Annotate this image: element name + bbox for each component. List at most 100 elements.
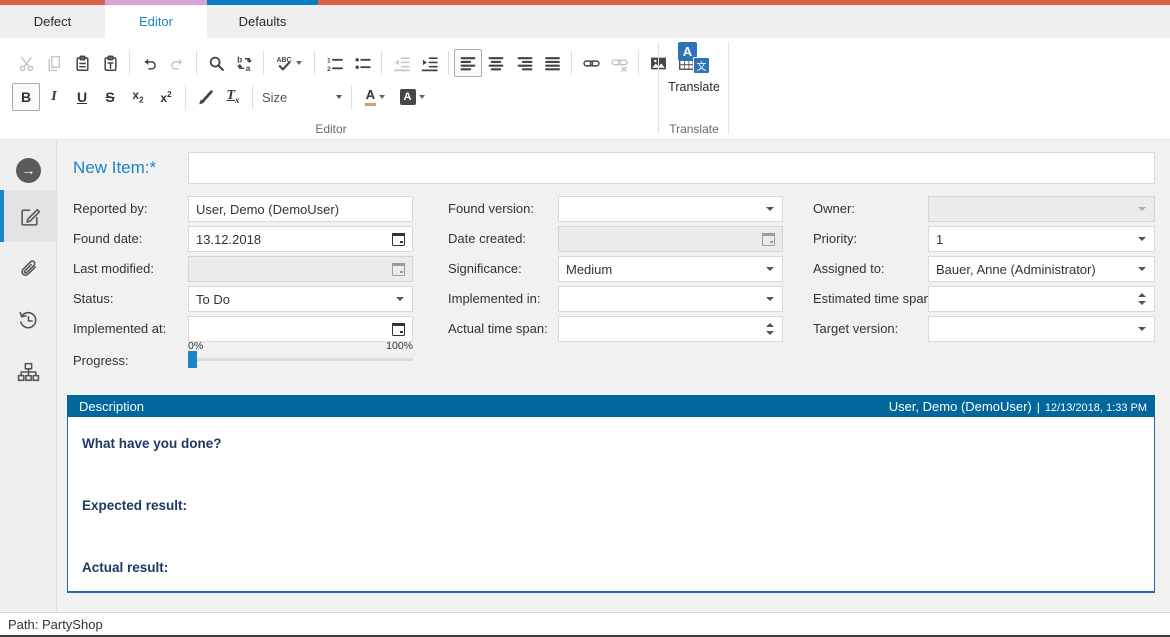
description-section: Description User, Demo (DemoUser) | 12/1…: [67, 395, 1155, 593]
redo-icon: [169, 55, 186, 72]
chevron-down-icon[interactable]: [1138, 237, 1146, 241]
new-item-input[interactable]: [188, 152, 1155, 184]
subscript-icon: x2: [132, 89, 143, 104]
tab-defaults[interactable]: Defaults: [207, 5, 318, 38]
remove-format-icon: Tx: [226, 89, 239, 105]
status-dropdown[interactable]: To Do: [188, 286, 413, 312]
arrow-right-circle-icon: →: [16, 158, 41, 183]
reported-by-input[interactable]: [189, 202, 412, 217]
spinner-arrows-icon[interactable]: [766, 323, 774, 335]
bulleted-list-button[interactable]: [348, 49, 376, 77]
description-editor-body[interactable]: What have you done? Expected result: Act…: [67, 417, 1155, 593]
strikethrough-button[interactable]: S: [96, 83, 124, 111]
status-value: To Do: [189, 292, 396, 307]
format-painter-icon: [197, 89, 214, 106]
cut-button[interactable]: [12, 49, 40, 77]
remove-link-button[interactable]: [605, 49, 633, 77]
italic-icon: I: [51, 90, 56, 104]
decrease-indent-button[interactable]: [387, 49, 415, 77]
italic-button[interactable]: I: [40, 83, 68, 111]
calendar-icon[interactable]: [392, 233, 405, 246]
estimated-time-span-spinner[interactable]: [928, 286, 1155, 312]
sidebar-item-history[interactable]: [0, 294, 57, 346]
ribbon-group-editor: ba ABC 12: [6, 38, 656, 139]
progress-label: Progress:: [73, 353, 129, 368]
spell-check-icon: ABC: [276, 55, 293, 72]
chevron-down-icon[interactable]: [396, 297, 404, 301]
paste-as-text-button[interactable]: [96, 49, 124, 77]
redo-button[interactable]: [163, 49, 191, 77]
font-size-dropdown[interactable]: Size: [258, 85, 346, 109]
superscript-button[interactable]: x2: [152, 83, 180, 111]
sidebar-item-attachments[interactable]: [0, 242, 57, 294]
remove-format-button[interactable]: Tx: [219, 83, 247, 111]
align-left-button[interactable]: [454, 49, 482, 77]
chevron-down-icon[interactable]: [766, 207, 774, 211]
found-version-dropdown[interactable]: [558, 196, 783, 222]
spinner-arrows-icon[interactable]: [1138, 293, 1146, 305]
sidebar: →: [0, 140, 57, 612]
find-button[interactable]: [202, 49, 230, 77]
chevron-down-icon[interactable]: [1138, 267, 1146, 271]
assigned-to-label: Assigned to:: [813, 261, 885, 276]
ribbon: ba ABC 12: [0, 38, 1170, 140]
insert-link-button[interactable]: [577, 49, 605, 77]
found-date-input[interactable]: [189, 232, 392, 247]
implemented-at-field[interactable]: [188, 316, 413, 342]
translate-button[interactable]: A 文 Translate: [664, 42, 724, 100]
align-right-button[interactable]: [510, 49, 538, 77]
align-center-button[interactable]: [482, 49, 510, 77]
sidebar-item-edit[interactable]: [0, 190, 57, 242]
found-date-field[interactable]: [188, 226, 413, 252]
calendar-icon[interactable]: [392, 323, 405, 336]
target-version-dropdown[interactable]: [928, 316, 1155, 342]
owner-label: Owner:: [813, 201, 855, 216]
sidebar-item-hierarchy[interactable]: [0, 346, 57, 398]
progress-slider[interactable]: [188, 358, 413, 361]
significance-label: Significance:: [448, 261, 522, 276]
significance-dropdown[interactable]: Medium: [558, 256, 783, 282]
tab-defect[interactable]: Defect: [0, 5, 105, 38]
bold-button[interactable]: B: [12, 83, 40, 111]
editor-group-label: Editor: [6, 122, 656, 136]
spell-check-button[interactable]: ABC: [269, 49, 309, 77]
priority-value: 1: [929, 232, 1138, 247]
justify-icon: [544, 55, 561, 72]
progress-slider-thumb[interactable]: [188, 351, 197, 368]
copy-formatting-button[interactable]: [191, 83, 219, 111]
translate-button-label: Translate: [668, 80, 720, 94]
background-color-button[interactable]: A: [393, 83, 431, 111]
implemented-at-input[interactable]: [189, 322, 392, 337]
reported-by-field[interactable]: [188, 196, 413, 222]
chevron-down-icon[interactable]: [1138, 327, 1146, 331]
undo-icon: [141, 55, 158, 72]
priority-dropdown[interactable]: 1: [928, 226, 1155, 252]
strikethrough-icon: S: [105, 90, 114, 104]
chevron-down-icon[interactable]: [766, 297, 774, 301]
chevron-down-icon[interactable]: [766, 267, 774, 271]
justify-button[interactable]: [538, 49, 566, 77]
tab-editor[interactable]: Editor: [105, 5, 207, 38]
sidebar-item-navigate[interactable]: →: [0, 144, 57, 196]
numbered-list-button[interactable]: 12: [320, 49, 348, 77]
replace-button[interactable]: ba: [230, 49, 258, 77]
actual-time-span-input[interactable]: [559, 322, 766, 337]
underline-button[interactable]: U: [68, 83, 96, 111]
text-color-button[interactable]: A: [357, 83, 393, 111]
paste-icon: [74, 55, 91, 72]
paste-button[interactable]: [68, 49, 96, 77]
increase-indent-button[interactable]: [415, 49, 443, 77]
subscript-button[interactable]: x2: [124, 83, 152, 111]
group-separator: [658, 42, 659, 134]
implemented-at-label: Implemented at:: [73, 321, 166, 336]
ribbon-group-translate: A 文 Translate Translate: [663, 38, 725, 139]
copy-button[interactable]: [40, 49, 68, 77]
implemented-in-dropdown[interactable]: [558, 286, 783, 312]
replace-icon: ba: [236, 55, 253, 72]
date-created-label: Date created:: [448, 231, 526, 246]
undo-button[interactable]: [135, 49, 163, 77]
assigned-to-dropdown[interactable]: Bauer, Anne (Administrator): [928, 256, 1155, 282]
actual-time-span-spinner[interactable]: [558, 316, 783, 342]
estimated-time-span-input[interactable]: [929, 292, 1138, 307]
implemented-in-label: Implemented in:: [448, 291, 541, 306]
